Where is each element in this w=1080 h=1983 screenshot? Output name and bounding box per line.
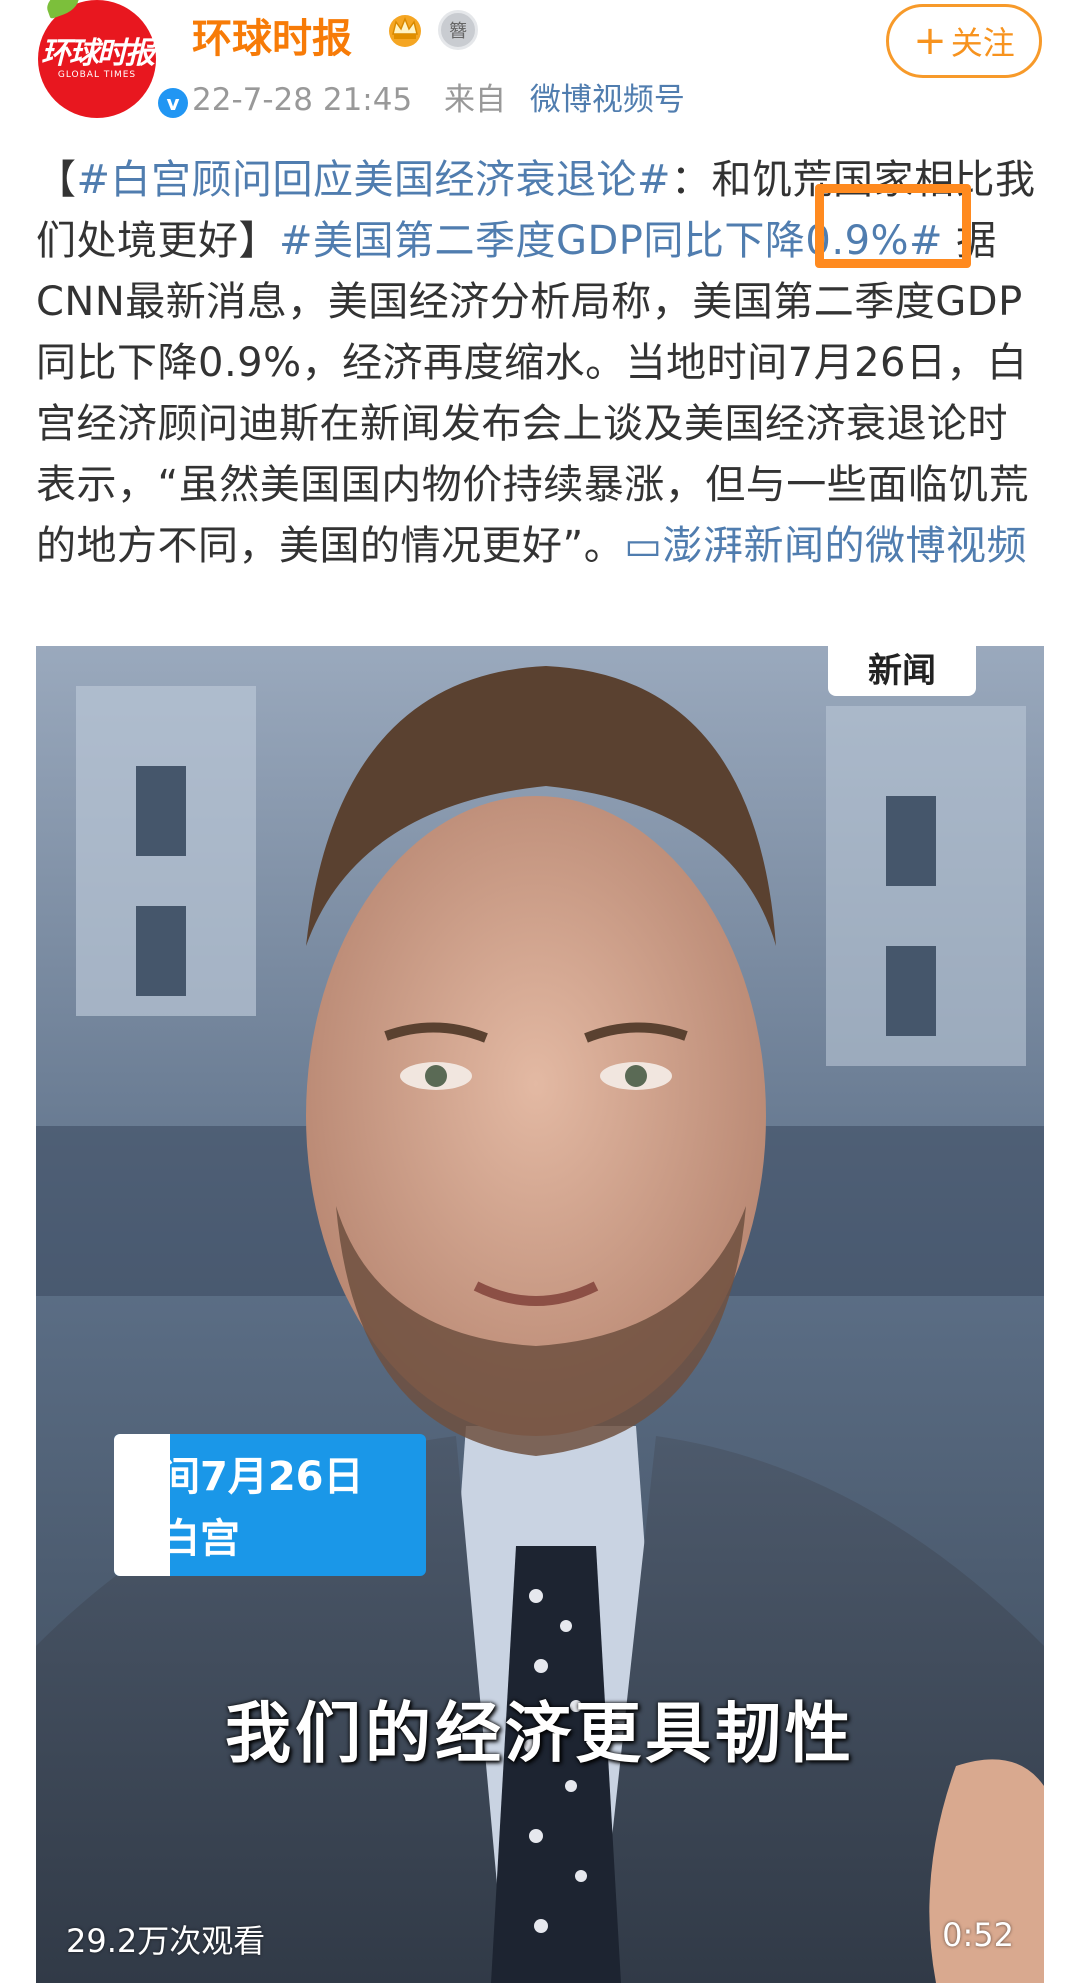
post-meta: 22-7-28 21:45 来自 微博视频号 [192,74,685,119]
video-link-icon[interactable]: ▭ [624,523,662,569]
plus-icon: + [913,18,947,64]
crown-icon[interactable] [384,10,426,48]
video-subtitle: 我们的经济更具韧性 [225,1695,855,1772]
avatar-logo-text: 环球时报 [41,36,155,71]
video-view-count: 29.2万次观看 [66,1922,266,1960]
post-timestamp: 22-7-28 21:45 [192,82,413,118]
video-frame [36,646,1044,1983]
avatar-logo-subtext: GLOBAL TIMES [57,70,137,80]
post-source-link[interactable]: 微博视频号 [530,82,685,118]
follow-button[interactable]: + 关注 [886,4,1042,78]
author-avatar[interactable]: 环球时报 GLOBAL TIMES v [38,0,192,122]
highlight-annotation-box [815,184,971,268]
location-tag-place: 白宫 [160,1516,240,1562]
post-text-part2: 据CNN最新消息，美国经济分析局称，美国第二季度GDP同比下降0.9%，经济再度… [36,218,1030,569]
follow-label: 关注 [950,24,1015,62]
video-duration: 0:52 [942,1916,1014,1954]
video-location-tag: 间7月26日 白宫 [114,1434,426,1576]
verified-badge: v [154,84,192,122]
verified-icon: v [158,88,188,118]
topic-link-whitehouse[interactable]: #白宫顾问回应美国经济衰退论# [77,157,672,203]
video-source-chip: 新闻 [828,646,976,696]
avatar-leaf-decoration [43,0,83,20]
location-tag-date: 间7月26日 [160,1454,364,1500]
medal-icon[interactable]: 簪 [438,10,478,50]
video-source-link[interactable]: 澎湃新闻的微博视频 [663,523,1028,569]
post-header: 环球时报 GLOBAL TIMES v 环球时报 簪 22-7-28 21:45… [0,0,1080,130]
video-player[interactable]: 新闻 间7月26日 白宫 我们的经济更具韧性 29.2万次观看 0:52 [36,646,1044,1983]
source-prefix: 来自 [444,82,507,118]
author-name[interactable]: 环球时报 [192,6,352,64]
bracket-open: 【 [36,157,77,203]
